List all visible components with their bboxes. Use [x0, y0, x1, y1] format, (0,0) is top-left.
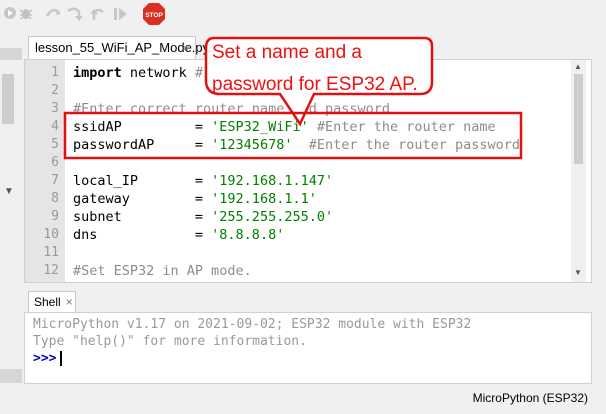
code-line-7: local_IP = '192.168.1.147' [73, 173, 333, 189]
scroll-down-icon[interactable]: ▼ [574, 268, 582, 277]
string-literal: '192.168.1.1' [211, 191, 317, 207]
scrollbar-thumb[interactable] [574, 74, 583, 164]
string-literal: '12345678' [211, 137, 293, 153]
line-number: 10 [43, 227, 59, 242]
left-pane-scroll-bottom[interactable] [0, 369, 22, 383]
module-name: network [121, 65, 195, 81]
code-line-9: subnet = '255.255.255.0' [73, 209, 333, 225]
stop-icon[interactable]: STOP [142, 2, 166, 26]
interpreter-status[interactable]: MicroPython (ESP32) [473, 391, 588, 405]
shell-prompt-line[interactable]: >>> [33, 351, 63, 366]
shell-tab-label: Shell [34, 295, 61, 309]
line-number: 12 [43, 263, 59, 278]
toolbar: STOP [0, 0, 606, 30]
shell-console[interactable]: MicroPython v1.17 on 2021-09-02; ESP32 m… [24, 312, 592, 384]
close-icon[interactable]: × [66, 295, 73, 309]
left-pane-scroll-down-icon[interactable]: ▼ [4, 186, 14, 197]
line-number: 4 [51, 119, 59, 134]
editor-scrollbar[interactable]: ▲ ▼ [571, 60, 586, 282]
variable: ssidAP = [73, 119, 212, 135]
code-line-10: dns = '8.8.8.8' [73, 227, 284, 243]
step-over-icon[interactable] [44, 4, 64, 24]
shell-help-line: Type "help()" for more information. [33, 334, 307, 349]
debug-icon[interactable] [17, 4, 37, 24]
left-pane-header [0, 48, 22, 60]
annotation-line-1: Set a name and a [212, 42, 362, 63]
line-number: 2 [51, 83, 59, 98]
text-cursor [60, 351, 63, 366]
resume-icon[interactable] [111, 4, 131, 24]
code-line-12: #Set ESP32 in AP mode. [73, 263, 252, 279]
annotation-line-2: password for ESP32 AP. [212, 74, 418, 95]
annotation-text: Set a name and a password for ESP32 AP. [212, 37, 442, 101]
stop-label: STOP [145, 12, 163, 19]
code-line-5: passwordAP = '12345678' #Enter the route… [73, 137, 520, 153]
variable: local_IP = [73, 173, 212, 189]
comment: #Enter the router password [292, 137, 521, 153]
line-number: 6 [51, 155, 59, 170]
code-line-4: ssidAP = 'ESP32_WiFi' #Enter the router … [73, 119, 496, 135]
keyword: import [73, 65, 122, 81]
comment: #Enter the router name [308, 119, 496, 135]
shell-tab[interactable]: Shell × [28, 291, 76, 313]
string-literal: 'ESP32_WiFi' [211, 119, 309, 135]
step-into-icon[interactable] [65, 4, 85, 24]
left-pane: ▼ [0, 30, 22, 385]
code-line-3: #Enter correct router name and password [73, 101, 390, 117]
string-literal: '255.255.255.0' [211, 209, 334, 225]
line-number: 5 [51, 137, 59, 152]
line-number: 8 [51, 191, 59, 206]
line-number: 3 [51, 101, 59, 116]
editor-tab[interactable]: lesson_55_WiFi_AP_Mode.py × [28, 36, 209, 60]
scroll-up-icon[interactable]: ▲ [574, 62, 582, 71]
string-literal: '192.168.1.147' [211, 173, 334, 189]
variable: dns = [73, 227, 212, 243]
variable: subnet = [73, 209, 212, 225]
line-number: 11 [43, 245, 59, 260]
string-literal: '8.8.8.8' [211, 227, 285, 243]
line-number: 9 [51, 209, 59, 224]
close-icon[interactable]: × [182, 37, 189, 59]
left-pane-scroll-thumb[interactable] [2, 74, 14, 124]
shell-banner-line: MicroPython v1.17 on 2021-09-02; ESP32 m… [33, 317, 472, 332]
variable: passwordAP = [73, 137, 212, 153]
line-number: 7 [51, 173, 59, 188]
code-line-8: gateway = '192.168.1.1' [73, 191, 317, 207]
variable: gateway = [73, 191, 212, 207]
line-number: 1 [51, 65, 59, 80]
step-out-icon[interactable] [88, 4, 108, 24]
shell-prompt: >>> [33, 351, 57, 366]
